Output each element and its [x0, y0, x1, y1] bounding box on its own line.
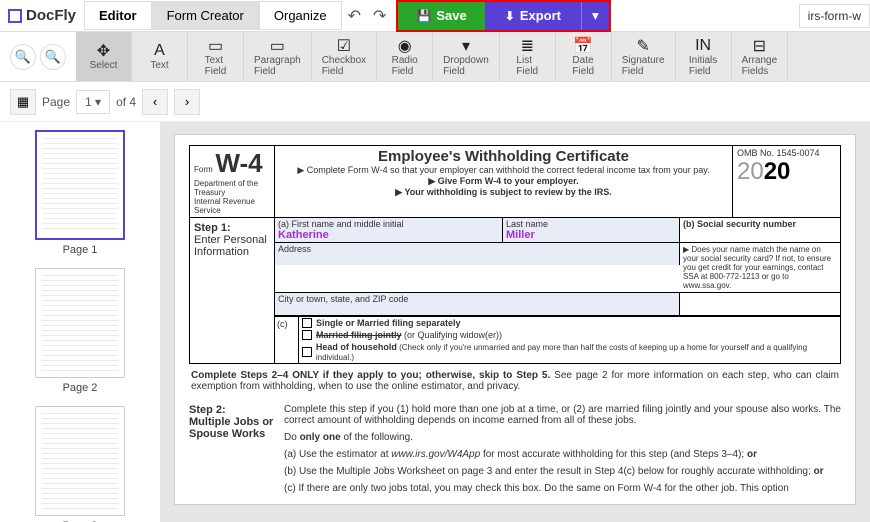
city-label[interactable]: City or town, state, and ZIP code [275, 293, 680, 315]
page-select[interactable]: 1 ▾ [76, 90, 110, 114]
document-viewport[interactable]: Form W-4 Department of the Treasury Inte… [160, 122, 870, 522]
firstname-value[interactable]: Katherine [278, 229, 329, 241]
complete-steps-bold: Complete Steps 2–4 ONLY if they apply to… [191, 370, 550, 381]
step2-sub: Multiple Jobs or Spouse Works [189, 416, 273, 440]
tool-text[interactable]: AText [132, 32, 188, 81]
save-icon: 💾 [416, 9, 431, 23]
ssn-note: ▶ Does your name match the name on your … [680, 243, 840, 292]
move-icon: ✥ [97, 42, 110, 60]
tool-radio-field[interactable]: ◉Radio Field [377, 32, 433, 81]
page-prev-button[interactable]: ‹ [142, 89, 168, 115]
tool-select[interactable]: ✥Select [76, 32, 132, 81]
checkbox-single[interactable] [302, 318, 312, 328]
grid-view-button[interactable]: ▦ [10, 89, 36, 115]
section-c-label: (c) [275, 317, 299, 363]
thumbnail-page2[interactable] [35, 268, 125, 378]
initials-icon: IN [695, 37, 711, 55]
textfield-icon: ▭ [208, 37, 223, 55]
calendar-icon: 📅 [573, 37, 593, 55]
checkbox-icon: ☑ [337, 37, 351, 55]
dropdown-icon: ▾ [462, 37, 470, 55]
thumbnail-label: Page 1 [8, 244, 152, 256]
doc-instr: ▶ Complete Form W-4 so that your employe… [281, 165, 726, 176]
thumbnail-label: Page 2 [8, 382, 152, 394]
save-button[interactable]: 💾Save [398, 2, 484, 30]
step2-text: Complete this step if you (1) hold more … [284, 404, 841, 426]
arrange-icon: ⊟ [753, 37, 766, 55]
omb-number: OMB No. 1545-0074 [737, 148, 836, 158]
thumbnail-page3[interactable] [35, 406, 125, 516]
filing-single: Single or Married filing separately [316, 318, 461, 328]
tool-date-field[interactable]: 📅Date Field [556, 32, 612, 81]
ssn-label: (b) Social security number [683, 219, 796, 229]
tab-editor[interactable]: Editor [84, 1, 152, 30]
paragraph-icon: ▭ [270, 37, 285, 55]
step1-label: Step 1: [194, 222, 231, 234]
doc-title: Employee's Withholding Certificate [281, 148, 726, 165]
form-label: Form [194, 165, 213, 174]
lastname-label: Last name [506, 219, 548, 229]
logo: DocFly [0, 7, 84, 24]
checkbox-married[interactable] [302, 330, 312, 340]
filename-field[interactable]: irs-form-w [799, 4, 870, 28]
firstname-label: (a) First name and middle initial [278, 219, 404, 229]
tool-initials-field[interactable]: INInitials Field [676, 32, 732, 81]
zoom-in-button[interactable]: 🔍 [40, 44, 66, 70]
dept-label: Department of the Treasury [194, 179, 270, 197]
highlighted-actions: 💾Save ⬇Export ▾ [396, 0, 610, 32]
step2-label: Step 2: [189, 404, 226, 416]
tool-text-field[interactable]: ▭Text Field [188, 32, 244, 81]
checkbox-hoh[interactable] [302, 347, 312, 357]
year-prefix: 20 [737, 158, 764, 185]
tab-form-creator[interactable]: Form Creator [152, 1, 259, 30]
form-number: W-4 [215, 148, 262, 178]
step2-optc: (c) If there are only two jobs total, yo… [284, 483, 841, 494]
tool-arrange-fields[interactable]: ⊟Arrange Fields [732, 32, 789, 81]
tool-paragraph-field[interactable]: ▭Paragraph Field [244, 32, 312, 81]
doc-instr: ▶ Give Form W-4 to your employer. [281, 176, 726, 187]
text-icon: A [154, 42, 165, 60]
redo-button[interactable]: ↷ [367, 6, 392, 26]
address-label[interactable]: Address [275, 243, 680, 265]
irs-label: Internal Revenue Service [194, 197, 270, 215]
list-icon: ≣ [521, 37, 534, 55]
document-page: Form W-4 Department of the Treasury Inte… [174, 134, 856, 505]
undo-button[interactable]: ↶ [342, 6, 367, 26]
tool-dropdown-field[interactable]: ▾Dropdown Field [433, 32, 500, 81]
thumbnail-page1[interactable] [35, 130, 125, 240]
step1-sub: Enter Personal Information [194, 234, 267, 258]
page-total: of 4 [116, 95, 136, 109]
tab-organize[interactable]: Organize [259, 1, 342, 30]
doc-instr: ▶ Your withholding is subject to review … [281, 187, 726, 198]
signature-icon: ✎ [636, 37, 649, 55]
export-button[interactable]: ⬇Export [485, 2, 581, 30]
page-next-button[interactable]: › [174, 89, 200, 115]
filing-hoh: Head of household [316, 342, 397, 352]
filing-married: Married filing jointly [316, 330, 402, 340]
year-value: 20 [764, 158, 791, 185]
tool-list-field[interactable]: ≣List Field [500, 32, 556, 81]
page-label: Page [42, 95, 70, 109]
thumbnail-sidebar: Page 1 Page 2 Page 3 [0, 122, 160, 522]
tool-signature-field[interactable]: ✎Signature Field [612, 32, 676, 81]
export-dropdown[interactable]: ▾ [581, 2, 609, 30]
lastname-value[interactable]: Miller [506, 229, 535, 241]
download-icon: ⬇ [505, 9, 515, 23]
radio-icon: ◉ [398, 37, 412, 55]
tool-checkbox-field[interactable]: ☑Checkbox Field [312, 32, 377, 81]
zoom-out-button[interactable]: 🔍 [10, 44, 36, 70]
